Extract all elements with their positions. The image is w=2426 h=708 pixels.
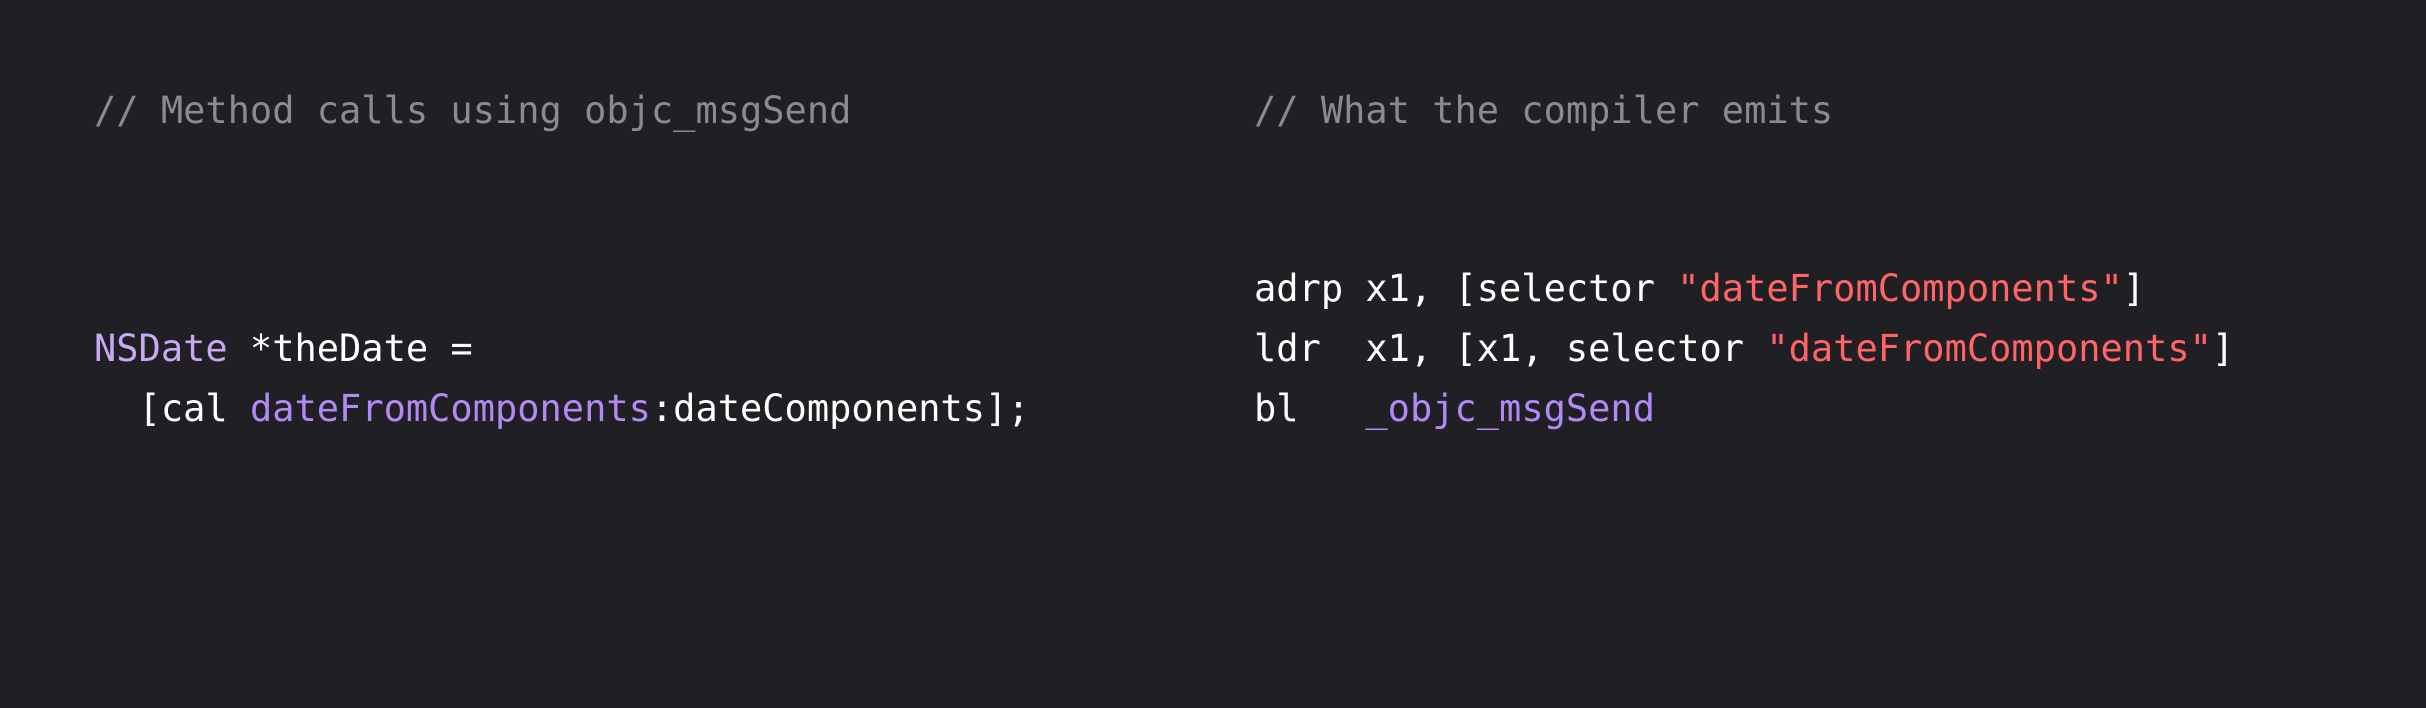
asm-line-ldr: ldr x1, [x1, selector "dateFromComponent… <box>1254 330 2234 367</box>
selector-string: "dateFromComponents" <box>1766 327 2212 370</box>
asm-line-adrp: adrp x1, [selector "dateFromComponents"] <box>1254 270 2145 307</box>
right-comment: // What the compiler emits <box>1254 89 1834 132</box>
function-symbol: _objc_msgSend <box>1365 387 1655 430</box>
asm-closing-bracket: ] <box>2211 327 2235 370</box>
selector-string: "dateFromComponents" <box>1677 267 2123 310</box>
type-keyword: NSDate <box>94 327 228 370</box>
left-comment: // Method calls using objc_msgSend <box>94 89 852 132</box>
asm-instruction: bl <box>1254 387 1366 430</box>
variable-declaration: *theDate = <box>227 327 473 370</box>
asm-instruction: ldr x1, [x1, selector <box>1254 327 1767 370</box>
method-argument: :dateComponents]; <box>650 387 1030 430</box>
method-selector: dateFromComponents <box>249 387 651 430</box>
asm-line-bl: bl _objc_msgSend <box>1254 390 1655 427</box>
code-line-nsdate-declaration: NSDate *theDate = <box>94 330 473 367</box>
asm-instruction: adrp x1, [selector <box>1254 267 1678 310</box>
asm-closing-bracket: ] <box>2122 267 2146 310</box>
code-line-method-call: [cal dateFromComponents:dateComponents]; <box>94 390 1030 427</box>
receiver-expression: [cal <box>94 387 250 430</box>
